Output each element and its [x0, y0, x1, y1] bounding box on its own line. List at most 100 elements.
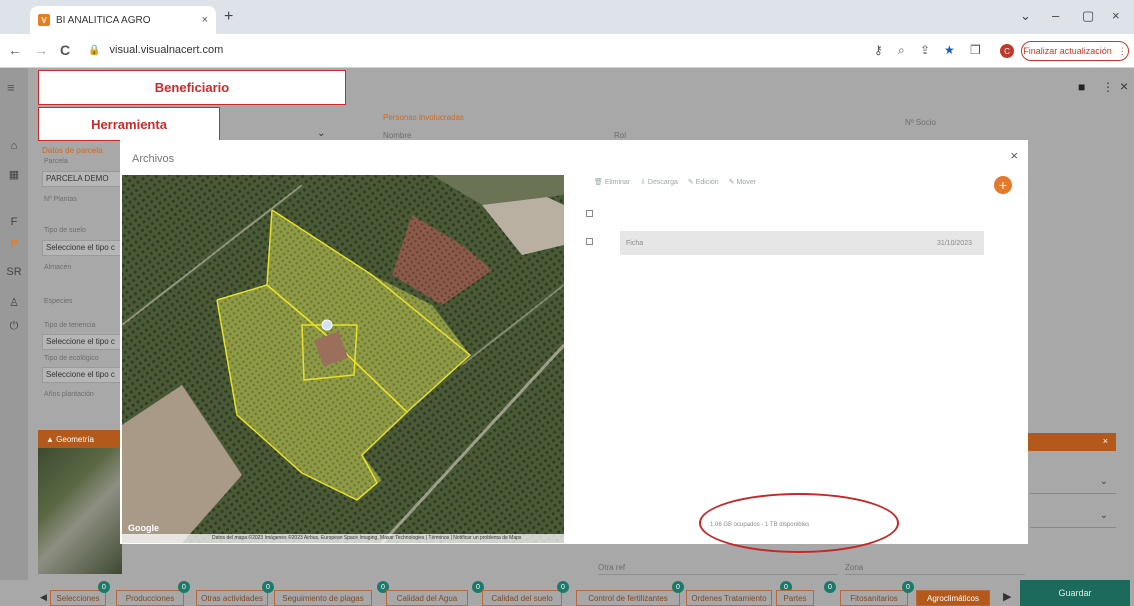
tab-label: Otras actividades — [201, 593, 263, 603]
profile-avatar[interactable]: C — [1000, 44, 1014, 58]
personas-header: Personas involucradas — [383, 113, 464, 122]
add-file-button[interactable]: + — [994, 176, 1012, 194]
tab-ordenes-tratamiento[interactable]: Ordenes Tratamiento — [686, 590, 772, 606]
zona-label: Zona — [845, 563, 864, 572]
file-checkbox[interactable] — [586, 238, 593, 245]
tab-selecciones[interactable]: Selecciones — [50, 590, 106, 606]
col-rol: Rol — [614, 131, 627, 140]
move-button[interactable]: ✎ Mover — [729, 178, 756, 186]
count-badge: 0 — [98, 581, 110, 593]
forward-icon[interactable]: → — [34, 42, 48, 58]
tipo-tenencia-select[interactable]: Seleccione el tipo c — [42, 334, 122, 350]
lock-icon: 🔒 — [88, 45, 101, 56]
file-row[interactable]: Ficha 31/10/2023 — [620, 231, 984, 255]
tab-agroclimaticos[interactable]: Agroclimáticos — [916, 590, 990, 606]
back-icon[interactable]: ← — [8, 42, 22, 58]
datos-parcela-header: Datos de parcela — [42, 146, 103, 155]
tab-otras-actividades[interactable]: Otras actividades — [196, 590, 268, 606]
power-icon[interactable]: ⏻ — [0, 320, 28, 333]
download-button[interactable]: ⇩ Descarga — [640, 178, 678, 186]
share-icon[interactable]: ⇪ — [920, 43, 930, 57]
tab-producciones[interactable]: Producciones — [116, 590, 184, 606]
modal-title: Archivos — [132, 153, 175, 165]
delete-button[interactable]: 🗑 Eliminar — [594, 178, 630, 186]
tipo-suelo-value: Seleccione el tipo c — [46, 243, 115, 252]
url-field[interactable]: 🔒 visual.visualnacert.com — [88, 44, 223, 56]
zoom-icon[interactable]: ⌕ — [898, 43, 905, 58]
favicon-icon: V — [38, 14, 50, 26]
browser-tab[interactable]: V BI ANALITICA AGRO × — [30, 6, 216, 34]
tab-title: BI ANALITICA AGRO — [56, 14, 151, 26]
browser-tab-bar: V BI ANALITICA AGRO × + ⌄ – ▢ × — [0, 0, 1134, 34]
parcela-value: PARCELA DEMO — [46, 174, 109, 183]
reload-icon[interactable]: C — [60, 42, 70, 58]
key-icon[interactable]: ⚷ — [874, 43, 883, 57]
update-button[interactable]: Finalizar actualización ⋮ — [1021, 41, 1129, 61]
bookmark-star-icon[interactable]: ★ — [944, 43, 955, 57]
file-action-toolbar: 🗑 Eliminar ⇩ Descarga ✎ Edición ✎ Mover — [594, 178, 756, 186]
rail-item-f[interactable]: F — [0, 216, 28, 228]
herramienta-callout: Herramienta — [38, 107, 220, 141]
folder-icon[interactable]: ■ — [1078, 80, 1085, 94]
user-icon[interactable]: ♙ — [0, 296, 28, 309]
count-badge: 0 — [824, 581, 836, 593]
tab-calidad-agua[interactable]: Calidad del Agua — [386, 590, 468, 606]
especies-label: Especies — [44, 298, 73, 305]
chevron-down-icon: ⌄ — [1099, 476, 1108, 487]
right-select-1[interactable]: ⌄ — [1030, 472, 1116, 494]
tab-partes[interactable]: Partes — [776, 590, 814, 606]
app-close-icon[interactable]: × — [1120, 78, 1128, 94]
select-all-checkbox[interactable] — [586, 210, 593, 217]
tab-label: Calidad del Agua — [396, 593, 458, 603]
minimize-icon[interactable]: – — [1052, 8, 1059, 23]
file-name: Ficha — [626, 239, 644, 247]
chevron-down-icon[interactable]: ⌄ — [317, 128, 325, 139]
file-date: 31/10/2023 — [936, 239, 972, 247]
parcela-field[interactable]: PARCELA DEMO — [42, 171, 122, 187]
close-tab-icon[interactable]: × — [202, 14, 208, 26]
edit-button[interactable]: ✎ Edición — [688, 178, 719, 186]
new-tab-icon[interactable]: + — [224, 8, 233, 26]
close-icon[interactable]: × — [1010, 148, 1018, 163]
beneficiario-label: Beneficiario — [154, 80, 230, 95]
tabs-scroll-right-icon[interactable]: ▶ — [1003, 590, 1011, 603]
col-nombre: Nombre — [383, 131, 412, 140]
window-close-icon[interactable]: × — [1112, 8, 1120, 23]
save-button[interactable]: Guardar — [1020, 580, 1130, 606]
more-icon[interactable]: ⋮ — [1102, 80, 1114, 94]
geometria-header[interactable]: ▲ Geometría — [38, 430, 120, 448]
tipo-ecologico-label: Tipo de ecológico — [44, 355, 99, 362]
update-button-label: Finalizar actualización — [1023, 46, 1112, 56]
geometry-map-preview — [38, 448, 122, 574]
tab-search-icon[interactable]: ⌄ — [1020, 8, 1031, 24]
tab-calidad-suelo[interactable]: Calidad del suelo — [482, 590, 562, 606]
tab-label: Control de fertilizantes — [588, 593, 668, 603]
tab-label: Producciones — [125, 593, 175, 603]
panel-close-icon[interactable]: × — [1103, 436, 1108, 446]
highlight-ellipse — [699, 493, 899, 553]
sidebar-icon[interactable]: ❐ — [970, 43, 981, 57]
rail-item-p[interactable]: P — [0, 238, 28, 250]
tabs-scroll-left-icon[interactable]: ◀ — [40, 592, 47, 603]
maximize-icon[interactable]: ▢ — [1082, 8, 1094, 24]
map-brand: Google — [128, 523, 159, 533]
tab-seguimiento-plagas[interactable]: Seguimiento de plagas — [274, 590, 372, 606]
dashboard-icon[interactable]: ▦ — [0, 168, 28, 181]
parcela-label: Parcela — [44, 158, 68, 165]
chevron-down-icon: ⌄ — [1099, 510, 1108, 521]
tab-control-fertilizantes[interactable]: Control de fertilizantes — [576, 590, 680, 606]
tipo-suelo-select[interactable]: Seleccione el tipo c — [42, 240, 122, 256]
tab-label: Partes — [783, 593, 807, 603]
tab-label: Agroclimáticos — [926, 593, 979, 603]
tab-fitosanitarios[interactable]: Fitosanitarios — [840, 590, 908, 606]
right-select-2[interactable]: ⌄ — [1030, 506, 1116, 528]
count-badge: 0 — [557, 581, 569, 593]
home-icon[interactable]: ⌂ — [0, 140, 28, 152]
tab-label: Seguimiento de plagas — [282, 593, 364, 603]
tipo-ecologico-select[interactable]: Seleccione el tipo c — [42, 367, 122, 383]
tab-label: Calidad del suelo — [491, 593, 553, 603]
menu-icon[interactable]: ≡ — [7, 80, 15, 95]
anos-plantacion-label: Años plantación — [44, 391, 94, 398]
rail-item-sr[interactable]: SR — [0, 266, 28, 278]
more-menu-icon: ⋮ — [1117, 45, 1127, 56]
